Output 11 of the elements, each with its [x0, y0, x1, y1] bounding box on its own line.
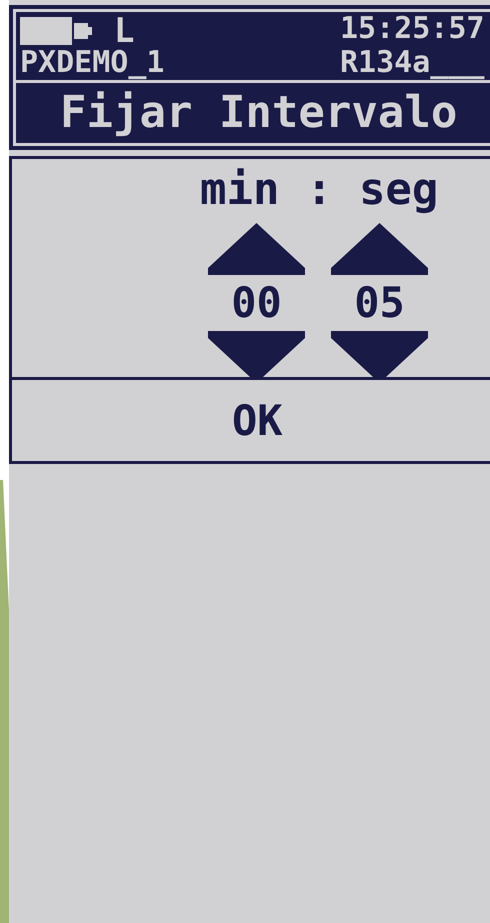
device-name: PXDEMO_1 — [20, 48, 166, 78]
refrigerant-label: R134a___ — [340, 48, 486, 78]
up-arrow-icon[interactable] — [208, 223, 305, 275]
up-arrow-icon[interactable] — [331, 223, 428, 275]
spinner-value: 00 — [231, 277, 282, 329]
screen-title: Fijar Intervalo — [59, 86, 458, 140]
spinner-value: 05 — [354, 277, 405, 329]
clock-time: 15:25:57 — [340, 14, 486, 48]
mode-indicator: L — [114, 14, 134, 48]
units-label: min : seg — [200, 167, 438, 213]
battery-icon — [20, 17, 92, 45]
